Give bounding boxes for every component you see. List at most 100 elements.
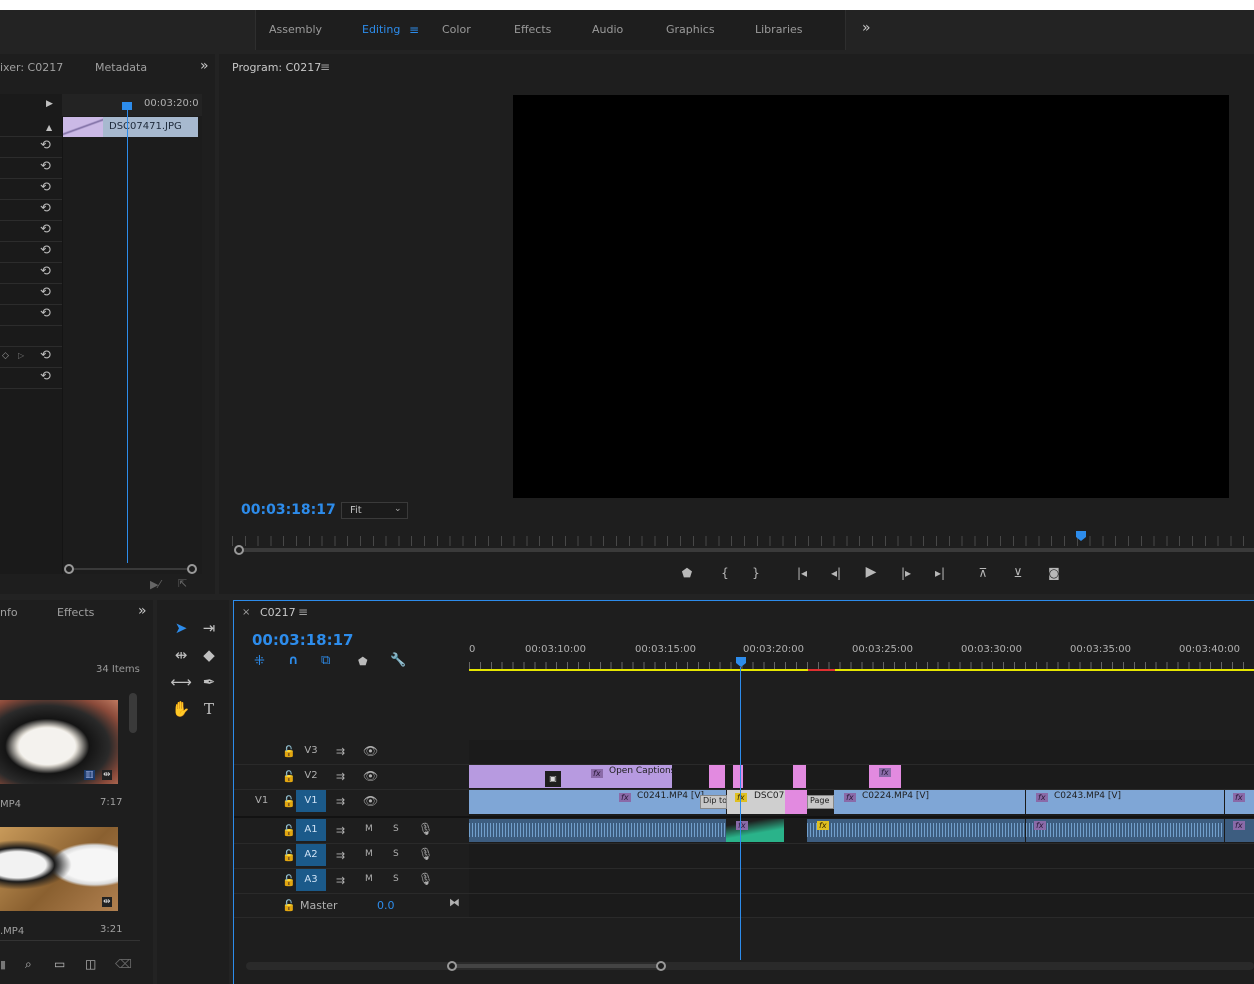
audio-clip-a1[interactable] — [469, 819, 726, 842]
nest-icon[interactable]: ⁜ — [254, 654, 265, 669]
eye-icon[interactable]: 👁 — [363, 794, 378, 808]
reset-icon[interactable]: ⟲ — [40, 348, 51, 363]
program-menu-icon[interactable]: ≡ — [320, 60, 330, 74]
panel-more-icon[interactable]: » — [200, 58, 209, 74]
reset-icon[interactable]: ⟲ — [40, 369, 51, 384]
add-marker-icon[interactable]: ⬟ — [678, 566, 696, 580]
track-a3[interactable]: A3 — [296, 869, 326, 891]
tab-info[interactable]: nfo — [0, 606, 18, 619]
zoom-handle-left[interactable] — [64, 564, 74, 574]
eye-icon[interactable]: 👁 — [363, 744, 378, 758]
linked-selection-icon[interactable]: ⧉ — [321, 653, 330, 668]
program-zoom-bar[interactable] — [238, 548, 1254, 552]
project-more-icon[interactable]: » — [138, 603, 147, 619]
sync-lock-icon[interactable]: ⇉ — [336, 824, 345, 837]
pink-clip[interactable] — [733, 765, 743, 788]
slip-tool-icon[interactable]: ⟷ — [170, 673, 192, 691]
export-icon[interactable]: ⇱ — [178, 577, 187, 590]
program-ruler-ticks[interactable] — [232, 536, 1254, 546]
razor-icon[interactable]: ◆ — [198, 646, 220, 664]
track-v1[interactable]: V1 — [296, 790, 326, 812]
mini-playhead-line[interactable] — [127, 108, 128, 563]
source-v1[interactable]: V1 — [255, 795, 268, 806]
microphone-icon[interactable]: 🎙 — [418, 872, 433, 886]
solo-button[interactable]: S — [393, 849, 399, 859]
timeline-scrollbar-thumb[interactable] — [452, 964, 661, 968]
reset-icon[interactable]: ⟲ — [40, 306, 51, 321]
pink-clip[interactable] — [709, 765, 725, 788]
step-back-icon[interactable]: ◂| — [827, 566, 845, 580]
new-item-icon[interactable]: ◫ — [85, 957, 96, 971]
sequence-tab[interactable]: C0217 — [260, 606, 296, 619]
lock-icon[interactable]: 🔓 — [282, 849, 296, 862]
video-preview[interactable] — [513, 95, 1229, 498]
mark-in-icon[interactable]: { — [716, 566, 734, 580]
lock-icon[interactable]: 🔓 — [282, 770, 296, 783]
tab-effects[interactable]: Effects — [514, 23, 551, 36]
reset-icon[interactable]: ⟲ — [40, 201, 51, 216]
type-tool-icon[interactable]: T — [198, 700, 220, 718]
search-icon[interactable]: ⌕ — [25, 957, 32, 972]
selection-tool-icon[interactable]: ➤ — [170, 619, 192, 637]
play-audio-icon[interactable]: ▶⁄ — [150, 578, 160, 591]
timeline-timecode[interactable]: 00:03:18:17 — [252, 631, 354, 649]
tab-color[interactable]: Color — [442, 23, 471, 36]
pink-clip[interactable] — [785, 790, 807, 814]
audio-clip-a1[interactable]: fx — [1026, 819, 1224, 842]
mini-clip[interactable]: DSC07471.JPG — [63, 117, 198, 137]
play-icon[interactable]: ▶ — [862, 564, 880, 580]
tab-audio-clip-mixer[interactable]: ixer: C0217 — [0, 61, 63, 74]
close-icon[interactable]: × — [242, 607, 250, 618]
track-a1[interactable]: A1 — [296, 819, 326, 841]
item2-name[interactable]: .MP4 — [0, 926, 24, 937]
pink-clip[interactable] — [793, 765, 806, 788]
lock-icon[interactable]: 🔓 — [282, 745, 296, 758]
track-a2[interactable]: A2 — [296, 844, 326, 866]
page-transition[interactable]: Page — [807, 795, 834, 809]
eye-icon[interactable]: 👁 — [363, 769, 378, 783]
project-scrollbar[interactable] — [129, 693, 137, 733]
editing-menu-icon[interactable]: ≡ — [409, 23, 419, 37]
timeline-playhead-line[interactable] — [740, 667, 741, 960]
mute-button[interactable]: M — [365, 874, 373, 884]
program-zoom-handle[interactable] — [234, 545, 244, 555]
snap-icon[interactable]: ∩ — [288, 653, 299, 668]
add-marker-icon[interactable]: ⬟ — [358, 655, 368, 668]
audio-clip-a1[interactable]: fx — [807, 819, 1025, 842]
reset-icon[interactable]: ⟲ — [40, 222, 51, 237]
track-v3[interactable]: V3 — [296, 740, 326, 762]
go-to-edit-icon[interactable]: ⧓ — [449, 896, 460, 909]
mute-button[interactable]: M — [365, 849, 373, 859]
timeline-menu-icon[interactable]: ≡ — [298, 605, 308, 619]
program-monitor-title[interactable]: Program: C0217 — [232, 61, 321, 74]
pen-tool-icon[interactable]: ✒ — [198, 673, 220, 691]
mini-playhead[interactable] — [122, 102, 132, 110]
timeline-scrollbar-track[interactable] — [246, 962, 1254, 970]
workspace-more-icon[interactable]: » — [862, 20, 871, 36]
wrench-icon[interactable]: 🔧 — [390, 653, 406, 668]
timeline-zoom-handle-left[interactable] — [447, 961, 457, 971]
sync-lock-icon[interactable]: ⇉ — [336, 795, 345, 808]
audio-clip-green[interactable]: fx — [726, 819, 784, 842]
dip-transition[interactable]: Dip to — [700, 795, 727, 809]
reset-icon[interactable]: ⟲ — [40, 264, 51, 279]
reset-icon[interactable]: ⟲ — [40, 243, 51, 258]
fit-dropdown[interactable]: Fit ⌄ — [341, 502, 408, 519]
next-keyframe-icon[interactable]: ▷ — [18, 351, 24, 360]
tab-audio[interactable]: Audio — [592, 23, 623, 36]
keyframe-icon[interactable]: ◇ — [2, 351, 9, 361]
lock-icon[interactable]: 🔓 — [282, 874, 296, 887]
reset-icon[interactable]: ⟲ — [40, 180, 51, 195]
track-select-icon[interactable]: ⇥ — [198, 619, 220, 637]
mute-button[interactable]: M — [365, 824, 373, 834]
trash-icon[interactable]: ⌫ — [115, 957, 132, 971]
sync-lock-icon[interactable]: ⇉ — [336, 874, 345, 887]
reset-icon[interactable]: ⟲ — [40, 159, 51, 174]
pink-clip[interactable]: fx — [869, 765, 901, 788]
step-forward-icon[interactable]: |▸ — [897, 566, 915, 580]
solo-button[interactable]: S — [393, 824, 399, 834]
sync-lock-icon[interactable]: ⇉ — [336, 745, 345, 758]
zoom-handle-right[interactable] — [187, 564, 197, 574]
tab-libraries[interactable]: Libraries — [755, 23, 803, 36]
program-timecode[interactable]: 00:03:18:17 — [241, 502, 336, 518]
